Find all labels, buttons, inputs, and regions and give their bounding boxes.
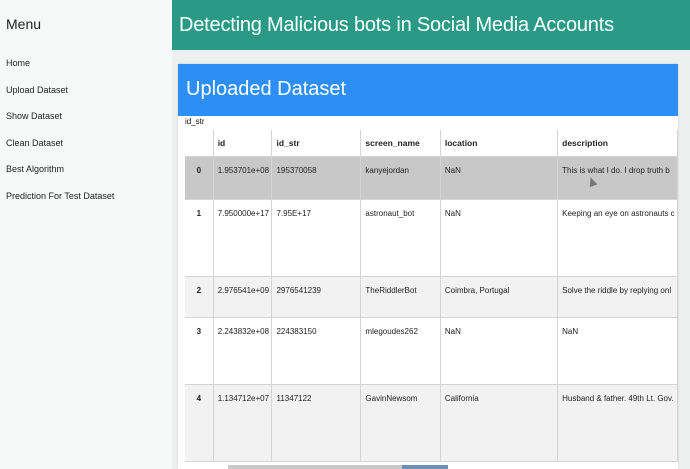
dataset-panel: Uploaded Dataset id_str id id_str screen… (178, 64, 678, 469)
app-header: Detecting Malicious bots in Social Media… (172, 0, 690, 50)
cell-id-str: 2976541239 (271, 276, 362, 318)
column-header-description[interactable]: description (557, 130, 678, 157)
menu-list: Home Upload Dataset Show Dataset Clean D… (6, 56, 114, 216)
table-header-row: id id_str screen_name location descripti… (185, 130, 678, 157)
scrollbar-thumb[interactable] (402, 465, 448, 469)
panel-title: Uploaded Dataset (186, 78, 347, 100)
cell-id-str: 195370058 (271, 156, 362, 200)
table-row[interactable]: 1 7.950000e+17 7.95E+17 astronaut_bot Na… (185, 199, 678, 277)
cell-location: California (440, 384, 559, 462)
cell-id: 1.134712e+07 (213, 384, 273, 462)
cell-id: 2.243832e+08 (213, 317, 273, 385)
table-row[interactable]: 4 1.134712e+07 11347122 GavinNewsom Cali… (185, 384, 678, 462)
cell-screen-name: astronaut_bot (360, 199, 441, 277)
row-index: 3 (185, 317, 214, 385)
sidebar: Menu Home Upload Dataset Show Dataset Cl… (0, 0, 173, 469)
column-header-screen-name[interactable]: screen_name (360, 130, 441, 157)
column-header-index (185, 130, 214, 157)
sidebar-item-best-algorithm[interactable]: Best Algorithm (6, 162, 114, 189)
cell-location: NaN (440, 199, 559, 277)
cell-id-str: 224383150 (271, 317, 362, 385)
cell-screen-name: TheRiddlerBot (360, 276, 441, 318)
main-content: Uploaded Dataset id_str id id_str screen… (172, 50, 690, 469)
column-header-id[interactable]: id (213, 130, 273, 157)
table-row[interactable]: 2 2.976541e+09 2976541239 TheRiddlerBot … (185, 276, 678, 318)
column-header-id-str[interactable]: id_str (271, 130, 362, 157)
cell-screen-name: kanyejordan (360, 156, 441, 200)
sidebar-item-show-dataset[interactable]: Show Dataset (6, 109, 114, 136)
dataset-table: id id_str screen_name location descripti… (185, 130, 678, 462)
row-index: 2 (185, 276, 214, 318)
menu-title: Menu (6, 16, 42, 32)
cell-location: NaN (440, 317, 559, 385)
cell-screen-name: mlegoudes262 (360, 317, 441, 385)
sidebar-item-prediction[interactable]: Prediction For Test Dataset (6, 189, 114, 216)
cell-description: Solve the riddle by replying onl (557, 276, 678, 318)
cell-id: 7.950000e+17 (213, 199, 273, 277)
cell-id: 2.976541e+09 (213, 276, 273, 318)
cell-location: Coimbra, Portugal (440, 276, 559, 318)
index-name-label: id_str (185, 117, 205, 126)
cell-id-str: 11347122 (271, 384, 362, 462)
cell-id: 1.953701e+08 (213, 156, 273, 200)
panel-header: Uploaded Dataset (178, 64, 678, 116)
sidebar-item-upload-dataset[interactable]: Upload Dataset (6, 83, 114, 110)
row-index: 0 (185, 156, 214, 200)
table-row[interactable]: 0 1.953701e+08 195370058 kanyejordan NaN… (185, 156, 678, 200)
cell-description: This is what I do. I drop truth b (557, 156, 678, 200)
column-header-location[interactable]: location (440, 130, 559, 157)
row-index: 4 (185, 384, 214, 462)
cell-description: NaN (557, 317, 678, 385)
cell-location: NaN (440, 156, 559, 200)
app-title: Detecting Malicious bots in Social Media… (179, 14, 614, 36)
row-index: 1 (185, 199, 214, 277)
table-row[interactable]: 3 2.243832e+08 224383150 mlegoudes262 Na… (185, 317, 678, 385)
sidebar-item-clean-dataset[interactable]: Clean Dataset (6, 136, 114, 163)
cell-description: Keeping an eye on astronauts c (557, 199, 678, 277)
cell-description: Husband & father. 49th Lt. Gov. (557, 384, 678, 462)
cell-id-str: 7.95E+17 (271, 199, 362, 277)
cell-screen-name: GavinNewsom (360, 384, 441, 462)
horizontal-scrollbar[interactable] (228, 465, 448, 469)
dataset-table-container: id id_str screen_name location descripti… (185, 130, 678, 469)
sidebar-item-home[interactable]: Home (6, 56, 114, 83)
